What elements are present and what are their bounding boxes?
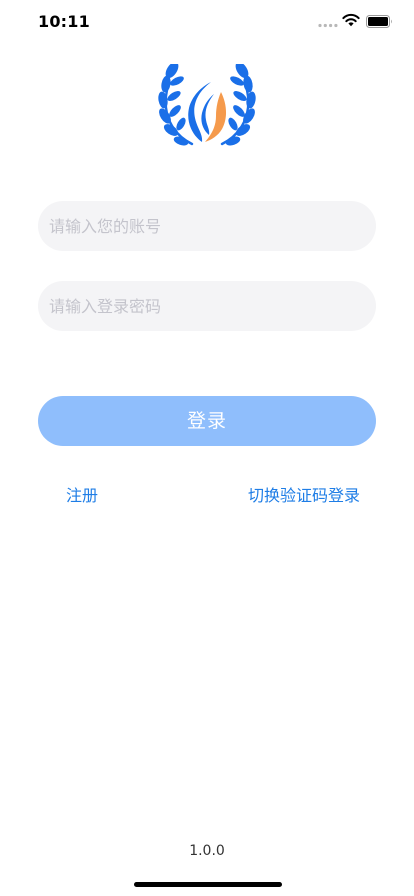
laurel-flame-logo (158, 64, 256, 146)
status-time: 10:11 (38, 12, 90, 31)
password-input[interactable] (38, 281, 376, 331)
register-link[interactable]: 注册 (66, 482, 98, 506)
cellular-signal-icon (318, 23, 338, 28)
login-button[interactable]: 登录 (38, 396, 376, 446)
account-input[interactable] (38, 201, 376, 251)
app-version: 1.0.0 (189, 843, 225, 859)
home-indicator[interactable] (134, 882, 282, 887)
battery-icon (366, 15, 392, 28)
wifi-icon (342, 13, 360, 27)
status-bar: 10:11 (0, 0, 414, 44)
switch-to-sms-login-link[interactable]: 切换验证码登录 (248, 482, 360, 506)
